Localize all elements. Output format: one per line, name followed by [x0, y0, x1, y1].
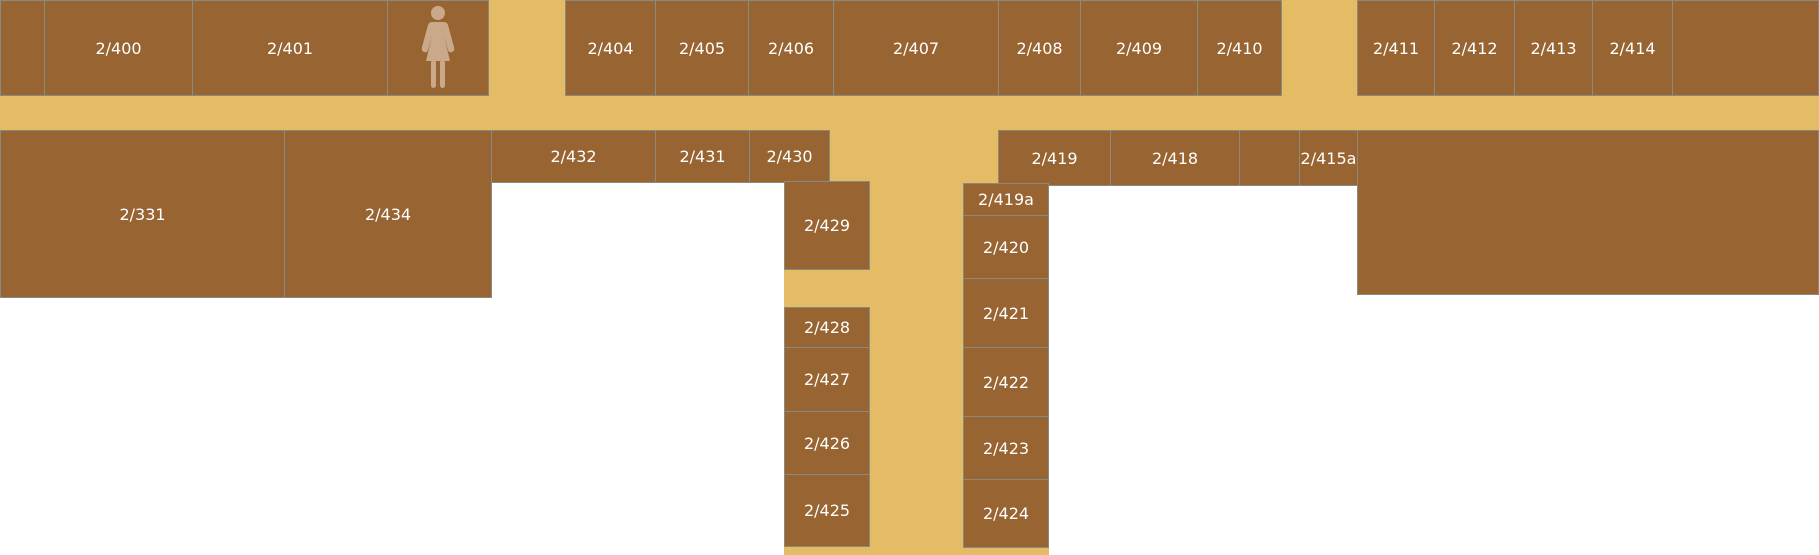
- room-label: 2/423: [982, 438, 1030, 458]
- room-2-419a[interactable]: 2/419a: [963, 183, 1049, 216]
- room-label: 2/429: [803, 216, 851, 235]
- room-2-418[interactable]: 2/418: [1110, 130, 1240, 186]
- room-2-400[interactable]: 2/400: [44, 0, 193, 96]
- room-label: 2/415a: [1300, 148, 1357, 168]
- room-label: 2/430: [766, 147, 813, 166]
- room-2-415a[interactable]: 2/415a: [1299, 130, 1358, 186]
- room-2-421[interactable]: 2/421: [963, 278, 1049, 348]
- room-label: 2/427: [803, 370, 851, 389]
- room-label: 2/419: [1031, 148, 1078, 168]
- room-2-422[interactable]: 2/422: [963, 347, 1049, 417]
- north-corridor-east: [1281, 0, 1358, 96]
- room-label: 2/418: [1151, 148, 1199, 168]
- room-label: 2/432: [550, 147, 597, 166]
- room-label: 2/424: [982, 504, 1030, 523]
- room-label: 2/431: [679, 147, 726, 166]
- female-restroom-icon: [421, 6, 455, 88]
- room-2-406[interactable]: 2/406: [748, 0, 834, 96]
- room-label: 2/400: [95, 38, 142, 58]
- room-unlabeled-east-large[interactable]: [1357, 130, 1819, 295]
- room-label: 2/401: [266, 38, 314, 58]
- room-label: 2/425: [803, 501, 851, 520]
- room-2-419[interactable]: 2/419: [998, 130, 1111, 186]
- room-label: 2/422: [982, 372, 1030, 392]
- room-2-432[interactable]: 2/432: [491, 130, 656, 183]
- room-label: 2/426: [803, 433, 851, 453]
- room-label: 2/419a: [978, 190, 1034, 209]
- room-2-427[interactable]: 2/427: [784, 347, 870, 412]
- room-label: 2/420: [982, 237, 1030, 257]
- room-2-413[interactable]: 2/413: [1514, 0, 1593, 96]
- main-corridor: [0, 94, 1819, 131]
- room-label: 2/404: [587, 38, 634, 58]
- room-label: 2/412: [1451, 38, 1498, 58]
- room-unlabeled-west[interactable]: [0, 0, 45, 96]
- room-label: 2/406: [767, 38, 815, 58]
- room-2-426[interactable]: 2/426: [784, 411, 870, 475]
- room-unlabeled-small[interactable]: [1239, 130, 1300, 186]
- room-2-423[interactable]: 2/423: [963, 416, 1049, 480]
- room-2-410[interactable]: 2/410: [1197, 0, 1282, 96]
- room-2-414[interactable]: 2/414: [1592, 0, 1673, 96]
- room-label: 2/413: [1530, 38, 1577, 58]
- room-label: 2/331: [119, 204, 166, 224]
- room-2-401[interactable]: 2/401: [192, 0, 388, 96]
- room-2-407[interactable]: 2/407: [833, 0, 999, 96]
- room-label: 2/409: [1115, 38, 1163, 58]
- room-2-331[interactable]: 2/331: [0, 130, 285, 298]
- room-2-420[interactable]: 2/420: [963, 215, 1049, 279]
- room-2-405[interactable]: 2/405: [655, 0, 749, 96]
- north-corridor-west: [488, 0, 566, 96]
- room-2-404[interactable]: 2/404: [565, 0, 656, 96]
- room-2-412[interactable]: 2/412: [1434, 0, 1515, 96]
- room-2-411[interactable]: 2/411: [1357, 0, 1435, 96]
- room-2-428[interactable]: 2/428: [784, 307, 870, 348]
- room-2-429[interactable]: 2/429: [784, 181, 870, 270]
- room-label: 2/421: [982, 303, 1030, 323]
- room-2-424[interactable]: 2/424: [963, 479, 1049, 548]
- room-label: 2/410: [1216, 38, 1263, 58]
- room-label: 2/428: [803, 318, 851, 337]
- room-2-434[interactable]: 2/434: [284, 130, 492, 298]
- room-label: 2/405: [678, 38, 726, 58]
- room-2-425[interactable]: 2/425: [784, 474, 870, 547]
- room-2-430[interactable]: 2/430: [749, 130, 830, 183]
- room-label: 2/414: [1609, 38, 1656, 58]
- room-2-408[interactable]: 2/408: [998, 0, 1081, 96]
- restroom-female[interactable]: [387, 0, 489, 96]
- room-2-431[interactable]: 2/431: [655, 130, 750, 183]
- floor-plan-map: 2/400 2/401 2/404 2/405 2/406 2/407 2/40…: [0, 0, 1819, 555]
- room-2-409[interactable]: 2/409: [1080, 0, 1198, 96]
- room-label: 2/434: [364, 204, 412, 224]
- room-unlabeled-east-top[interactable]: [1672, 0, 1819, 96]
- room-label: 2/411: [1372, 38, 1420, 58]
- room-label: 2/408: [1016, 38, 1063, 58]
- room-label: 2/407: [892, 38, 940, 58]
